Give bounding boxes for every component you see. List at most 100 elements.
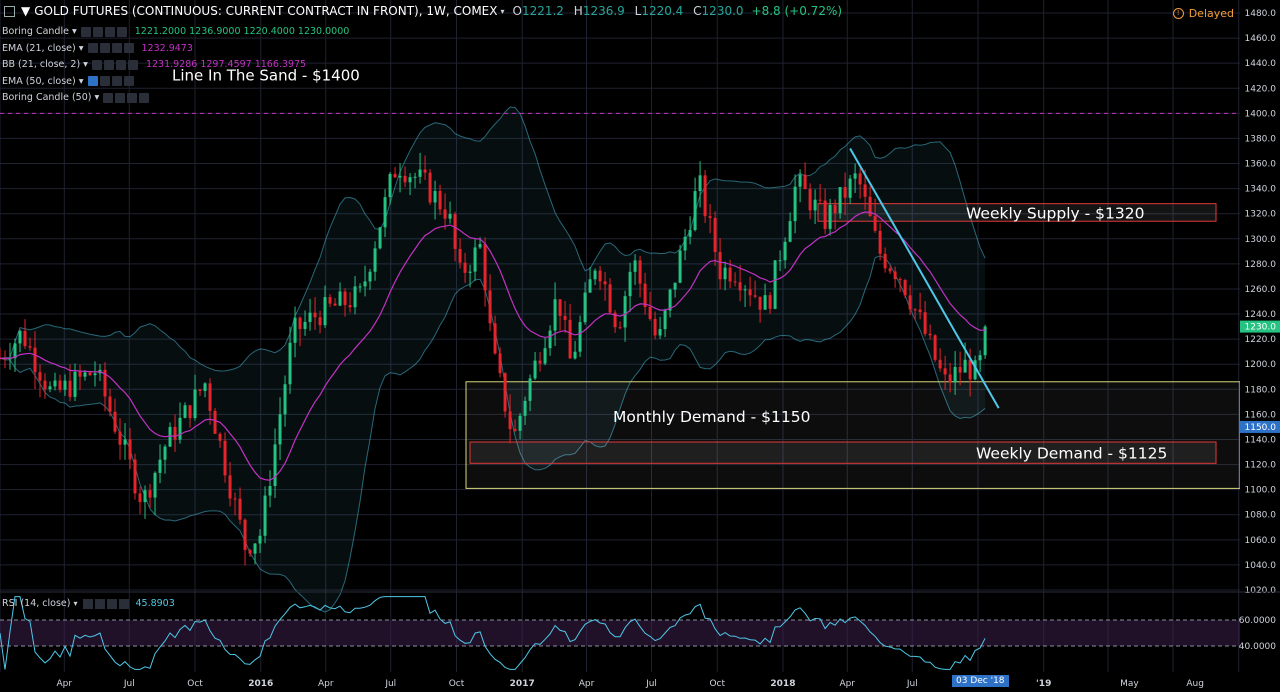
time-tick-label: Jul: [906, 679, 918, 689]
candle-body: [753, 295, 757, 297]
candle-body: [303, 321, 307, 329]
rsi-label[interactable]: RSI (14, close): [2, 598, 70, 609]
indicator-close-icon[interactable]: [139, 92, 150, 103]
indicator-row[interactable]: EMA (50, close) ▾: [2, 76, 140, 87]
time-tick-label: Apr: [57, 679, 73, 689]
candle-body: [768, 295, 772, 309]
candle-body: [78, 371, 82, 377]
candle-body: [903, 280, 907, 296]
candle-body: [538, 360, 542, 364]
indicator-visibility-icon[interactable]: [80, 26, 91, 37]
candle-body: [723, 267, 727, 280]
price-tick-label: 1320.0: [1245, 210, 1277, 220]
symbol-title[interactable]: GOLD FUTURES (CONTINUOUS: CURRENT CONTRA…: [34, 4, 497, 18]
rsi-tick-label: 60.0000: [1239, 616, 1276, 626]
rsi-add-icon[interactable]: [107, 598, 118, 609]
price-tick-label: 1100.0: [1245, 486, 1277, 496]
candle-body: [408, 177, 412, 183]
price-tick-label: 1480.0: [1245, 9, 1277, 19]
symbol-dropdown-icon[interactable]: ▾: [500, 7, 504, 16]
candle-body: [878, 230, 882, 254]
candle-body: [708, 216, 712, 218]
indicator-label[interactable]: EMA (21, close) ▾: [2, 43, 84, 54]
candle-body: [53, 380, 57, 387]
candle-body: [468, 271, 472, 273]
candle-body: [763, 295, 767, 310]
indicator-close-icon[interactable]: [123, 43, 134, 54]
candle-body: [873, 216, 877, 231]
price-tick-label: 1240.0: [1245, 310, 1277, 320]
candle-body: [698, 175, 702, 192]
candle-body: [508, 411, 512, 430]
indicator-add-icon[interactable]: [115, 59, 126, 70]
candle-body: [548, 330, 552, 349]
rsi-close-icon[interactable]: [119, 598, 130, 609]
indicator-visibility-icon[interactable]: [87, 76, 98, 87]
candle-body: [478, 244, 482, 248]
candle-body: [718, 252, 722, 280]
symbol-flag-icon: ▼: [21, 4, 31, 18]
candle-body: [908, 295, 912, 310]
indicator-settings-icon[interactable]: [92, 26, 103, 37]
candle-body: [843, 187, 847, 198]
price-tick-label: 1060.0: [1245, 536, 1277, 546]
indicator-add-icon[interactable]: [104, 26, 115, 37]
rsi-dropdown-icon[interactable]: ▾: [73, 599, 77, 608]
indicator-visibility-icon[interactable]: [103, 92, 114, 103]
chart-header: ▼ GOLD FUTURES (CONTINUOUS: CURRENT CONT…: [0, 0, 842, 22]
indicator-label[interactable]: EMA (50, close) ▾: [2, 76, 84, 87]
candle-body: [963, 359, 967, 373]
candle-body: [333, 303, 337, 306]
rsi-settings-icon[interactable]: [95, 598, 106, 609]
indicator-row[interactable]: Boring Candle (50) ▾: [2, 92, 155, 103]
indicator-add-icon[interactable]: [111, 76, 122, 87]
chart-menu-icon[interactable]: [4, 5, 15, 17]
last-price-tag: 1230.0: [1240, 320, 1280, 333]
indicator-close-icon[interactable]: [127, 59, 138, 70]
indicator-settings-icon[interactable]: [115, 92, 126, 103]
info-icon: !: [1172, 8, 1184, 19]
indicator-label[interactable]: Boring Candle ▾: [2, 26, 77, 37]
indicator-settings-icon[interactable]: [99, 76, 110, 87]
demand-price-text: 1150.0: [1245, 423, 1277, 433]
candle-body: [913, 309, 917, 311]
indicator-add-icon[interactable]: [127, 92, 138, 103]
rsi-visibility-icon[interactable]: [83, 598, 94, 609]
price-tick-label: 1080.0: [1245, 511, 1277, 521]
indicator-label[interactable]: BB (21, close, 2) ▾: [2, 59, 88, 70]
indicator-add-icon[interactable]: [111, 43, 122, 54]
candle-body: [288, 342, 292, 385]
candle-body: [553, 299, 557, 331]
price-change: +8.8 (+0.72%): [751, 4, 843, 18]
candle-body: [528, 378, 532, 401]
indicator-row[interactable]: EMA (21, close) ▾ 1232.9473: [2, 43, 193, 54]
price-chart[interactable]: Line In The Sand - $1400Weekly Supply - …: [0, 0, 1280, 692]
candle-body: [933, 335, 937, 360]
candle-body: [233, 498, 237, 500]
candle-body: [168, 426, 172, 447]
candle-body: [648, 306, 652, 319]
indicator-row[interactable]: Boring Candle ▾ 1221.2000 1236.9000 1220.…: [2, 26, 349, 37]
candle-body: [153, 472, 157, 498]
price-tick-label: 1360.0: [1245, 160, 1277, 170]
indicator-label[interactable]: Boring Candle (50) ▾: [2, 92, 99, 103]
price-tick-label: 1280.0: [1245, 260, 1277, 270]
candle-body: [243, 519, 247, 550]
indicator-visibility-icon[interactable]: [87, 43, 98, 54]
indicator-row[interactable]: BB (21, close, 2) ▾ 1231.9286 1297.4597 1…: [2, 59, 306, 70]
candle-body: [483, 244, 487, 291]
candle-body: [393, 173, 397, 178]
candle-body: [568, 319, 572, 359]
indicator-visibility-icon[interactable]: [91, 59, 102, 70]
indicator-settings-icon[interactable]: [103, 59, 114, 70]
candle-body: [788, 221, 792, 242]
indicator-close-icon[interactable]: [123, 76, 134, 87]
candle-body: [563, 315, 567, 320]
candle-body: [273, 444, 277, 487]
indicator-settings-icon[interactable]: [99, 43, 110, 54]
indicator-close-icon[interactable]: [116, 26, 127, 37]
candle-body: [313, 312, 317, 318]
candle-body: [713, 217, 717, 253]
candle-body: [383, 197, 387, 228]
candle-body: [658, 329, 662, 336]
